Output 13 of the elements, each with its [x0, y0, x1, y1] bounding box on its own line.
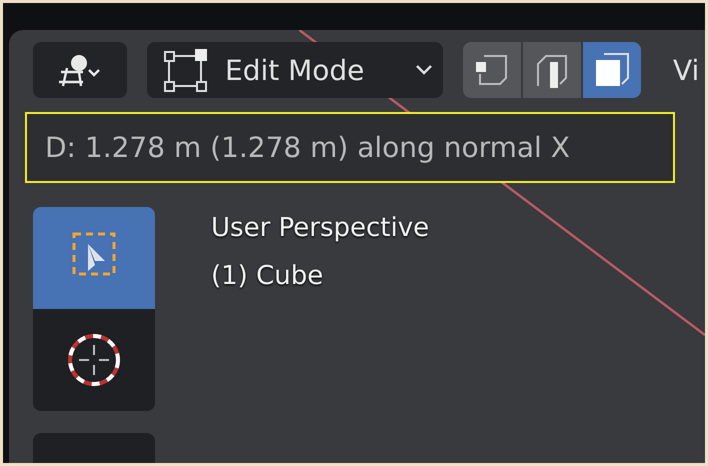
viewport-info-text: (1) Cube — [211, 261, 324, 291]
viewport-shading-button[interactable] — [33, 42, 127, 98]
view-menu[interactable]: Vi — [673, 54, 700, 86]
vertex-select-button[interactable] — [463, 42, 521, 98]
cursor-tool-button[interactable] — [33, 309, 155, 411]
mode-dropdown[interactable]: Edit Mode — [147, 42, 443, 98]
shading-icon — [57, 52, 103, 88]
edge-select-button[interactable] — [523, 42, 581, 98]
mode-icon — [161, 46, 209, 94]
viewport-info-text: User Perspective — [211, 213, 430, 243]
status-text: D: 1.278 m (1.278 m) along normal X — [25, 112, 675, 183]
face-select-button[interactable] — [583, 42, 641, 98]
chevron-icon — [415, 64, 433, 76]
